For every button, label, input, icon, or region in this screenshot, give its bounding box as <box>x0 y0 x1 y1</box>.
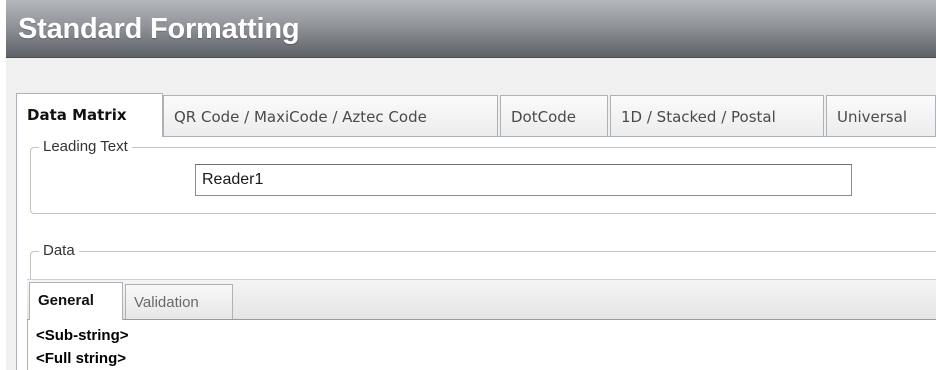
content-area: Data Matrix QR Code / MaxiCode / Aztec C… <box>6 58 936 370</box>
leading-text-input[interactable] <box>195 164 852 196</box>
tab-qr-maxicode-aztec[interactable]: QR Code / MaxiCode / Aztec Code <box>163 95 498 136</box>
tab-universal[interactable]: Universal <box>826 95 936 136</box>
data-matrix-tab-panel: Leading Text Data General Validation <Su… <box>16 136 936 370</box>
title-bar: Standard Formatting <box>6 0 936 58</box>
tab-dotcode[interactable]: DotCode <box>500 95 608 136</box>
standard-formatting-window: Standard Formatting Data Matrix QR Code … <box>0 0 936 370</box>
tab-validation[interactable]: Validation <box>125 284 233 320</box>
tab-data-matrix[interactable]: Data Matrix <box>16 93 163 137</box>
list-item-sub-string[interactable]: <Sub-string> <box>36 327 129 344</box>
leading-text-legend: Leading Text <box>39 137 132 157</box>
data-legend: Data <box>39 241 79 261</box>
list-item-full-string[interactable]: <Full string> <box>36 350 126 367</box>
page-title: Standard Formatting <box>18 13 300 45</box>
general-tab-panel: <Sub-string> <Full string> <box>27 319 936 370</box>
tab-general[interactable]: General <box>29 282 123 320</box>
leading-text-group: Leading Text <box>30 137 936 214</box>
data-tab-strip: General Validation <box>27 279 936 320</box>
tab-1d-stacked-postal[interactable]: 1D / Stacked / Postal <box>610 95 824 136</box>
